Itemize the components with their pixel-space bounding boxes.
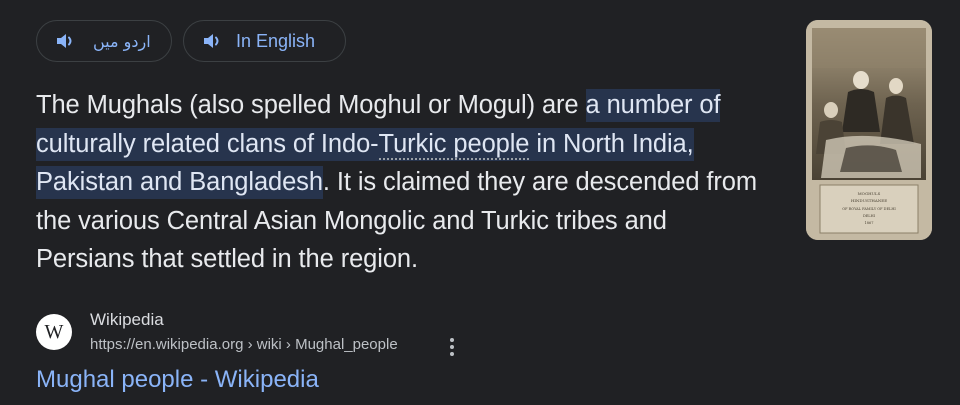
- site-name[interactable]: Wikipedia: [90, 310, 164, 330]
- listen-urdu-button[interactable]: اردو میں: [36, 20, 172, 62]
- listen-english-label: In English: [236, 30, 316, 51]
- result-thumbnail[interactable]: MOGHULS HINDUSTHANEE OF ROYAL FAMILY OF …: [806, 20, 932, 240]
- snippet-text-lead: The Mughals (also spelled Moghul or Mogu…: [36, 91, 586, 119]
- result-title-link[interactable]: Mughal people - Wikipedia: [36, 366, 319, 394]
- snippet-text: The Mughals (also spelled Moghul or Mogu…: [36, 86, 766, 279]
- thumbnail-photo: MOGHULS HINDUSTHANEE OF ROYAL FAMILY OF …: [806, 20, 932, 240]
- wikipedia-favicon: W: [36, 314, 72, 350]
- site-url[interactable]: https://en.wikipedia.org › wiki › Mughal…: [90, 336, 398, 353]
- more-vert-icon[interactable]: [444, 336, 460, 358]
- turkic-people-term[interactable]: Turkic people: [378, 129, 529, 160]
- source-attribution[interactable]: W Wikipedia https://en.wikipedia.org › w…: [36, 310, 496, 360]
- thumbnail-caption: MOGHULS: [858, 191, 881, 196]
- thumbnail-caption: DELHI: [863, 214, 876, 218]
- thumbnail-caption: HINDUSTHANEE: [851, 198, 887, 203]
- speaker-icon: [202, 32, 224, 50]
- thumbnail-caption: 1867: [865, 221, 874, 225]
- listen-urdu-label: اردو میں: [93, 31, 151, 51]
- listen-english-button[interactable]: In English: [183, 20, 346, 62]
- featured-snippet: اردو میں In English The Mughals (also sp…: [0, 0, 960, 405]
- speaker-icon: [55, 32, 77, 50]
- thumbnail-caption: OF ROYAL FAMILY OF DELHI: [842, 207, 896, 211]
